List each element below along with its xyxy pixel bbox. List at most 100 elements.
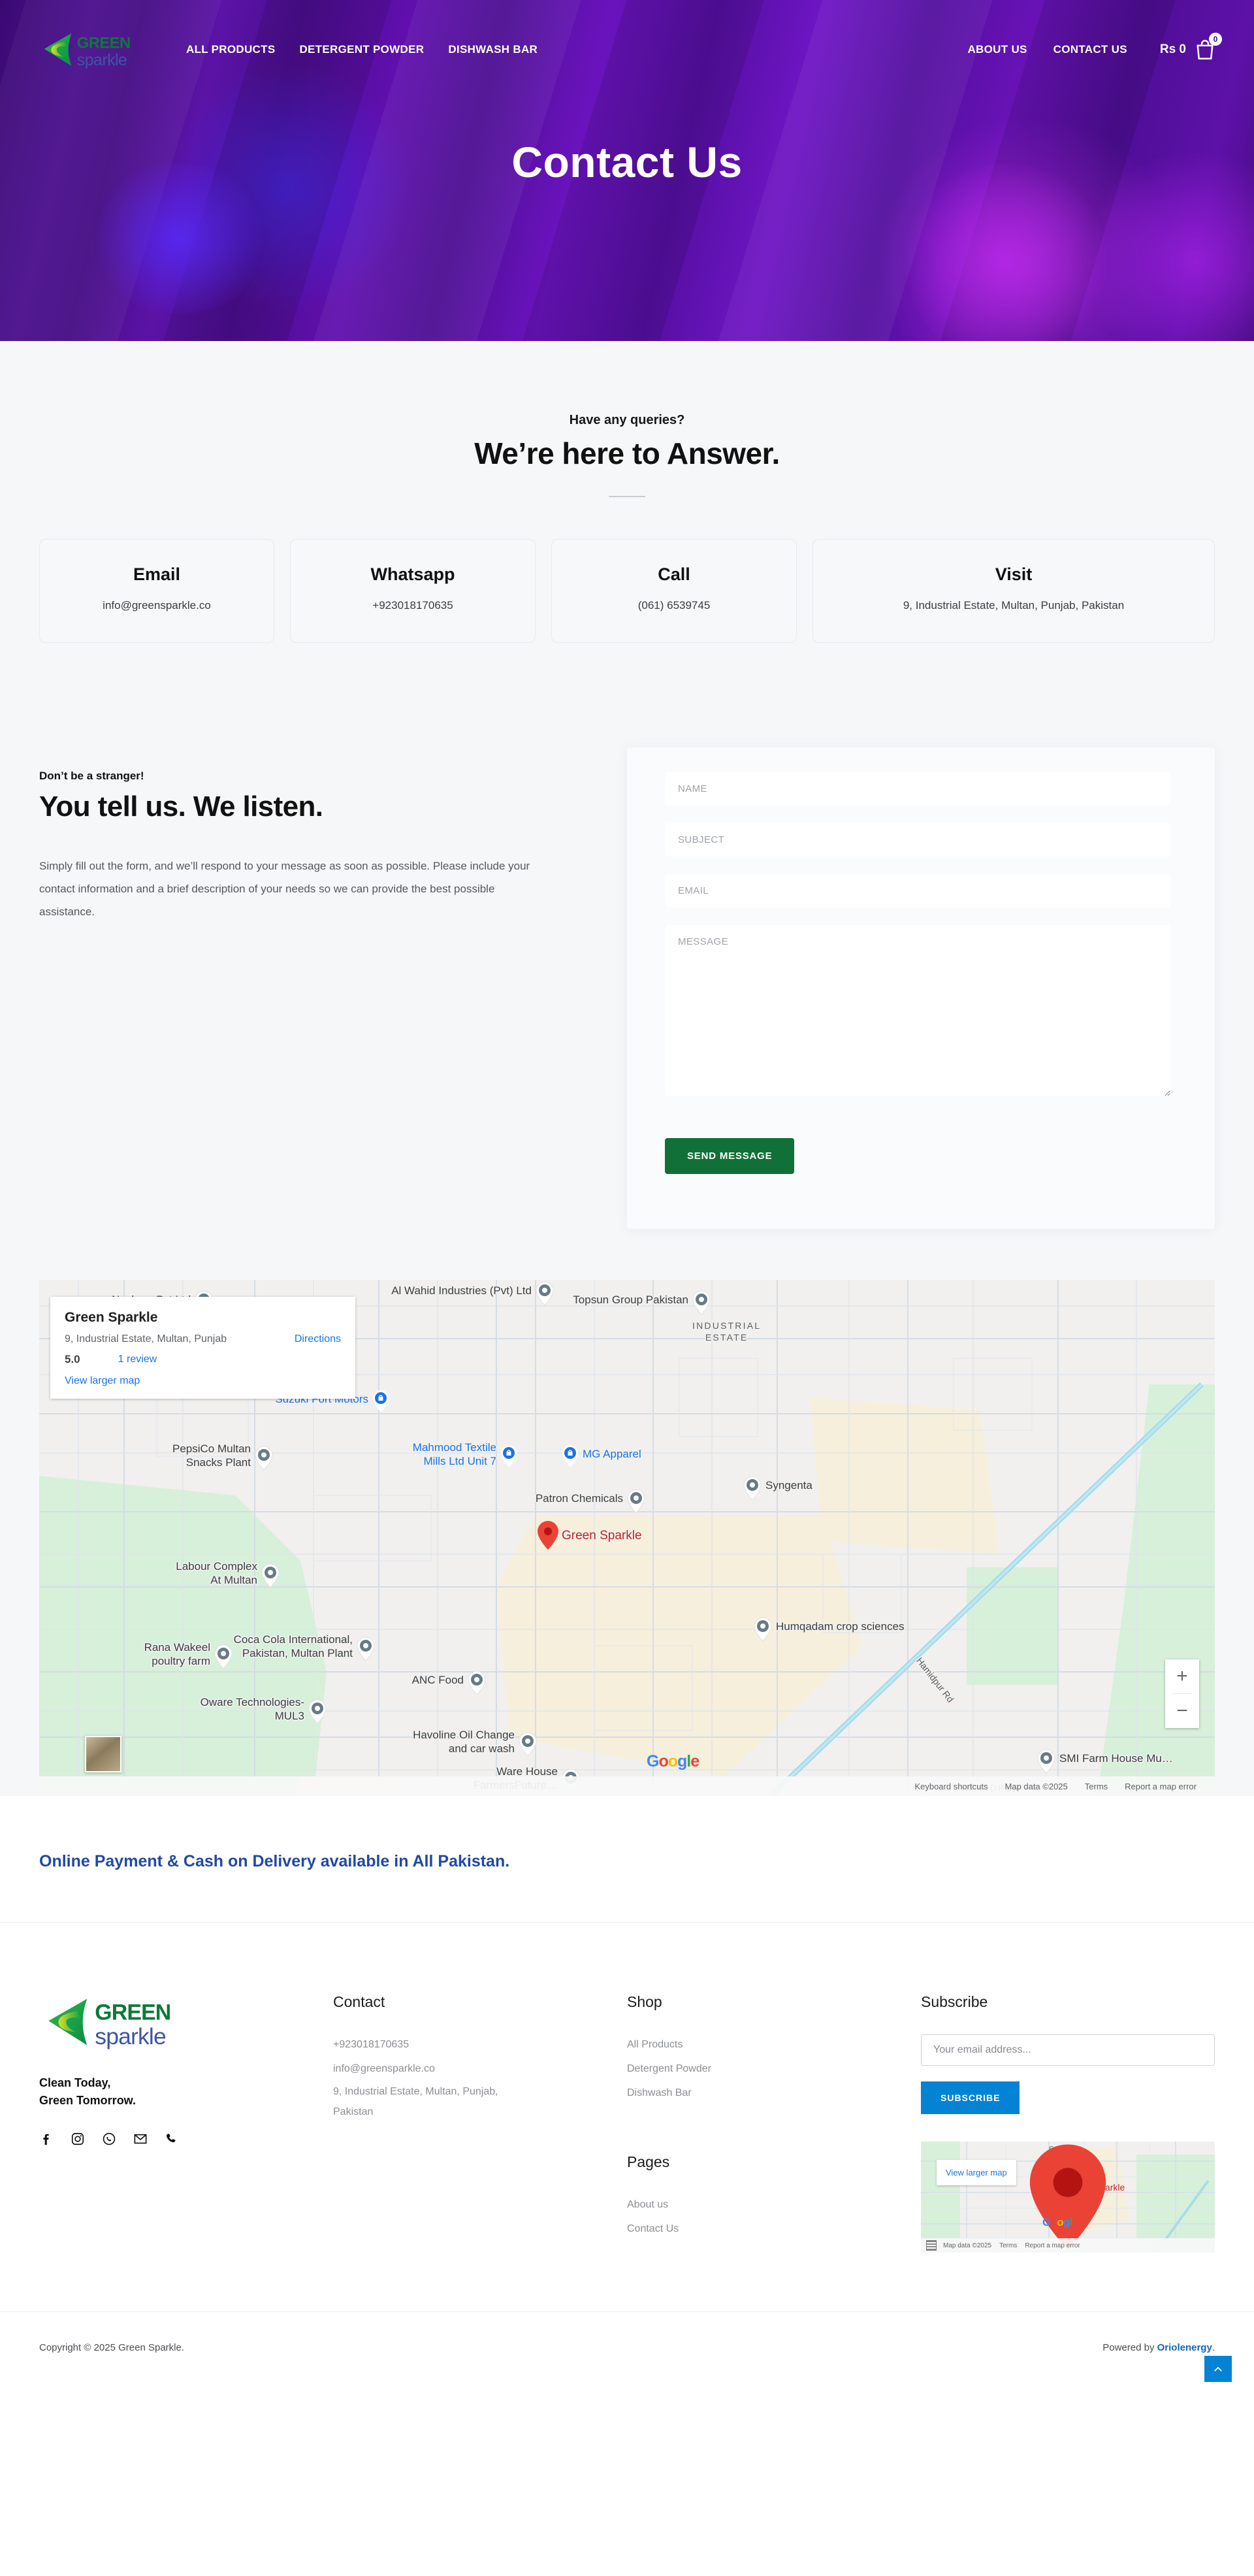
- footer-tagline: Clean Today, Green Tomorrow.: [39, 2074, 333, 2110]
- map-pin-icon[interactable]: [372, 1390, 389, 1413]
- contact-card-visit[interactable]: Visit 9, Industrial Estate, Multan, Punj…: [812, 539, 1215, 643]
- map-pin-icon[interactable]: [754, 1617, 772, 1642]
- map-data-text: Map data ©2025: [1005, 1781, 1068, 1791]
- cart-total: Rs 0: [1159, 42, 1186, 56]
- instagram-icon[interactable]: [71, 2132, 85, 2146]
- copyright-bar: Copyright © 2025 Green Sparkle. Powered …: [0, 2311, 1254, 2382]
- footer-link-contact-us[interactable]: Contact Us: [627, 2217, 921, 2242]
- name-input[interactable]: [665, 772, 1170, 806]
- message-textarea[interactable]: [665, 925, 1170, 1096]
- phone-icon[interactable]: [165, 2132, 179, 2146]
- cart-widget[interactable]: Rs 0 0: [1159, 33, 1222, 61]
- contact-card-call[interactable]: Call (061) 6539745: [551, 539, 797, 643]
- svg-text:sparkle: sparkle: [77, 51, 127, 69]
- chevron-up-icon: [1214, 2366, 1222, 2372]
- map-place-label: SMI Farm House Mu…: [1059, 1752, 1173, 1765]
- footer-phone: +923018170635: [333, 2039, 410, 2050]
- nav-item-dishwash-bar[interactable]: DISHWASH BAR: [448, 43, 538, 56]
- footer-logo-icon[interactable]: GREEN sparkle: [39, 1993, 210, 2051]
- footer-link-detergent-powder[interactable]: Detergent Powder: [627, 2057, 921, 2081]
- email-icon[interactable]: [133, 2132, 148, 2146]
- queries-title: We’re here to Answer.: [474, 436, 780, 470]
- green-sparkle-logo-icon: GREEN sparkle: [44, 33, 131, 69]
- subject-input[interactable]: [665, 823, 1170, 856]
- nav-item-detergent-powder[interactable]: DETERGENT POWDER: [299, 43, 424, 56]
- card-value: +923018170635: [372, 599, 453, 611]
- map-place-label: Al Wahid Industries (Pvt) Ltd: [391, 1284, 532, 1297]
- map-section: Green Sparkle 9, Industrial Estate, Mult…: [0, 1229, 1254, 1796]
- directions-link[interactable]: Directions: [295, 1333, 341, 1345]
- footer-subscribe-heading: Subscribe: [921, 1993, 988, 2010]
- map-pin-icon[interactable]: [519, 1732, 537, 1757]
- contact-card-whatsapp[interactable]: Whatsapp +923018170635: [290, 539, 536, 643]
- map-place-label: Syngenta: [765, 1479, 812, 1492]
- site-logo[interactable]: GREEN sparkle: [39, 29, 173, 70]
- map-pin-icon[interactable]: [308, 1699, 327, 1724]
- map-street-view-thumbnail[interactable]: [85, 1736, 121, 1772]
- subscribe-email-input[interactable]: [921, 2034, 1215, 2066]
- map-pin-icon[interactable]: [562, 1444, 579, 1468]
- map-pin-icon[interactable]: [537, 1520, 559, 1550]
- nav-item-contact-us[interactable]: CONTACT US: [1053, 43, 1127, 56]
- view-larger-map-link[interactable]: View larger map: [65, 1375, 140, 1387]
- footer-shop-column: Shop All Products Detergent Powder Dishw…: [627, 1993, 921, 2253]
- mini-map-thumbnail[interactable]: [926, 2240, 937, 2251]
- location-map[interactable]: Green Sparkle 9, Industrial Estate, Mult…: [39, 1280, 1215, 1796]
- email-input[interactable]: [665, 874, 1170, 907]
- nav-item-about-us[interactable]: ABOUT US: [967, 43, 1027, 56]
- card-title: Email: [133, 564, 181, 584]
- send-message-button[interactable]: SEND MESSAGE: [665, 1138, 795, 1174]
- zoom-in-button[interactable]: +: [1165, 1659, 1199, 1693]
- footer-link-dishwash-bar[interactable]: Dishwash Bar: [627, 2081, 921, 2106]
- copyright-text: Copyright © 2025 Green Sparkle.: [39, 2342, 185, 2353]
- cart-icon[interactable]: 0: [1195, 33, 1222, 61]
- nav-item-all-products[interactable]: ALL PRODUCTS: [186, 43, 275, 56]
- map-place-label: ANC Food: [411, 1674, 464, 1686]
- site-footer: GREEN sparkle Clean Today, Green Tomorro…: [0, 1923, 1254, 2311]
- map-place-label: Oware Technologies- MUL3: [200, 1696, 304, 1723]
- powered-by-link[interactable]: Oriolenergy: [1157, 2342, 1212, 2353]
- contact-form-section: Don’t be a stranger! You tell us. We lis…: [0, 643, 1254, 1229]
- contact-card-email[interactable]: Email info@greensparkle.co: [39, 539, 274, 643]
- payment-banner: Online Payment & Cash on Delivery availa…: [0, 1796, 1254, 1923]
- map-pin-icon[interactable]: [261, 1563, 280, 1588]
- mini-map-attribution-bar: Map data ©2025 Terms Report a map error: [921, 2238, 1215, 2253]
- map-attribution-bar: Keyboard shortcuts Map data ©2025 Terms …: [39, 1776, 1215, 1796]
- form-eyebrow: Don’t be a stranger!: [39, 770, 144, 782]
- footer-email: info@greensparkle.co: [333, 2062, 435, 2074]
- social-links: [39, 2132, 333, 2146]
- hero-glow-right: [895, 163, 1117, 341]
- zoom-out-button[interactable]: −: [1165, 1694, 1199, 1728]
- report-map-error-link[interactable]: Report a map error: [1125, 1782, 1197, 1791]
- whatsapp-icon[interactable]: [102, 2132, 116, 2146]
- map-pin-icon[interactable]: [500, 1444, 517, 1468]
- mini-map-report-error-link[interactable]: Report a map error: [1025, 2242, 1080, 2249]
- footer-link-about-us[interactable]: About us: [627, 2193, 921, 2217]
- map-reviews-link[interactable]: 1 review: [118, 1354, 157, 1365]
- map-pin-icon[interactable]: [536, 1281, 554, 1306]
- map-pin-icon[interactable]: [357, 1637, 375, 1661]
- tagline-line-2: Green Tomorrow.: [39, 2094, 137, 2107]
- map-rating: 5.0: [65, 1353, 80, 1365]
- map-pin-icon[interactable]: [214, 1644, 233, 1669]
- mini-map-terms-link[interactable]: Terms: [999, 2242, 1017, 2249]
- facebook-icon[interactable]: [39, 2132, 54, 2146]
- map-pin-icon[interactable]: [1037, 1749, 1055, 1774]
- card-value: info@greensparkle.co: [103, 599, 211, 611]
- footer-link-all-products[interactable]: All Products: [627, 2033, 921, 2057]
- terms-link[interactable]: Terms: [1085, 1782, 1108, 1791]
- footer-pages-list: About us Contact Us: [627, 2193, 921, 2242]
- subscribe-button[interactable]: SUBSCRIBE: [921, 2081, 1020, 2114]
- map-zoom-controls: + −: [1165, 1659, 1199, 1728]
- keyboard-shortcuts-link[interactable]: Keyboard shortcuts: [914, 1782, 988, 1791]
- map-business-address: 9, Industrial Estate, Multan, Punjab: [65, 1333, 227, 1345]
- map-pin-icon[interactable]: [743, 1476, 762, 1501]
- footer-mini-map[interactable]: ESTATE View larger map Green Sparkle Goo…: [921, 2142, 1215, 2253]
- back-to-top-button[interactable]: [1204, 2356, 1232, 2382]
- map-place-label: Havoline Oil Change and car wash: [413, 1729, 515, 1755]
- map-pin-icon[interactable]: [468, 1671, 486, 1695]
- map-pin-icon[interactable]: [627, 1489, 645, 1514]
- map-pin-icon[interactable]: [255, 1446, 273, 1471]
- map-place-label: Topsun Group Pakistan: [573, 1294, 688, 1306]
- map-pin-icon[interactable]: [692, 1290, 711, 1315]
